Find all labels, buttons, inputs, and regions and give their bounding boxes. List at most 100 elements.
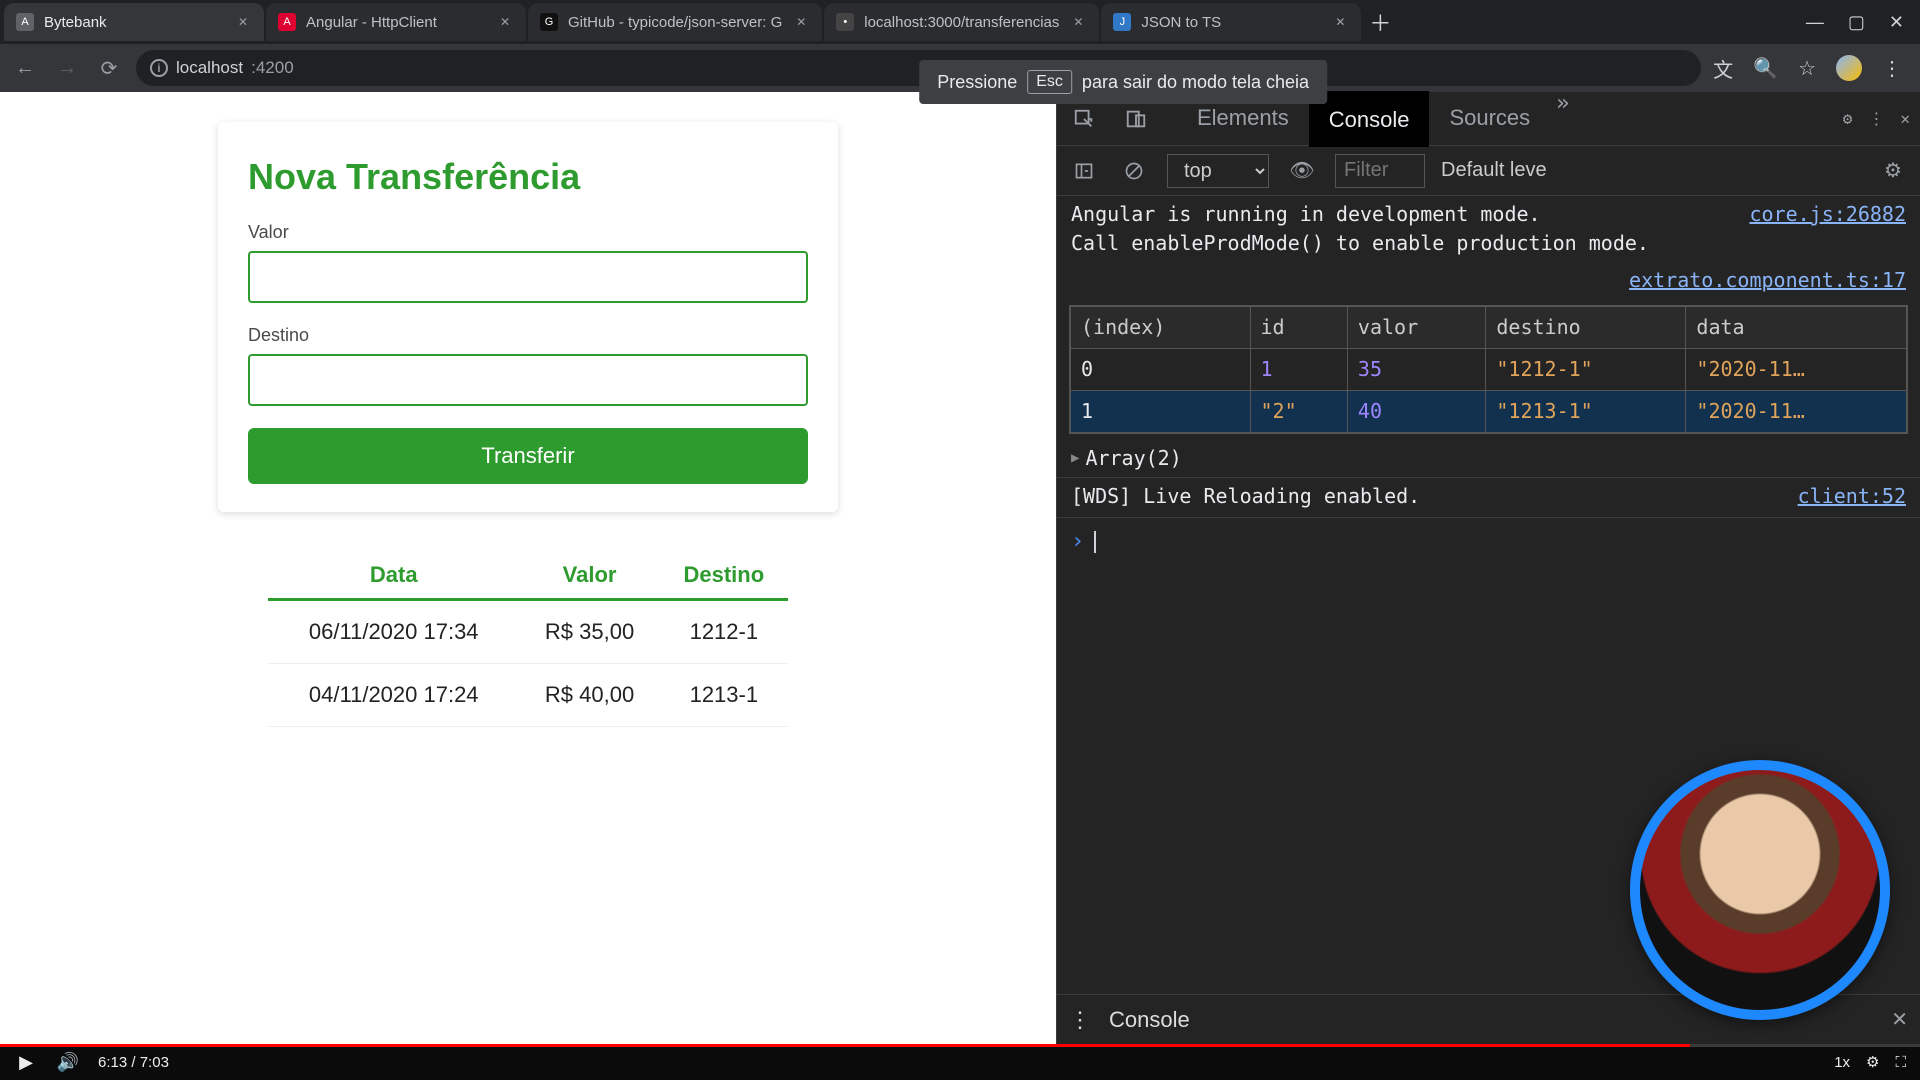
console-log: client:52 [WDS] Live Reloading enabled. [1057,478,1920,518]
inspect-element-icon[interactable] [1067,102,1101,136]
destino-input[interactable] [248,354,808,406]
app-page: Nova Transferência Valor Destino Transfe… [0,92,1056,1044]
devtools-header-right: ⚙ ⋮ ✕ [1843,109,1910,128]
kebab-menu-icon[interactable]: ⋮ [1882,56,1902,81]
favicon-icon: • [836,13,854,31]
log-level-select[interactable]: Default leve [1441,159,1547,182]
col-destino: Destino [660,552,788,600]
kebab-menu-icon[interactable]: ⋮ [1868,109,1884,128]
console-log: core.js:26882 Angular is running in deve… [1057,196,1920,262]
fullscreen-icon[interactable]: ⛶ [1895,1054,1906,1071]
cell: 40 [1347,391,1485,433]
translate-icon[interactable]: 文 [1713,54,1733,83]
minimize-icon[interactable]: — [1806,12,1824,33]
valor-input[interactable] [248,251,808,303]
video-player-bar: ▶ 🔊 6:13 / 7:03 1x ⚙ ⛶ [0,1044,1920,1080]
log-source-link[interactable]: core.js:26882 [1749,200,1906,229]
hint-text: para sair do modo tela cheia [1082,72,1309,93]
tab-sources[interactable]: Sources [1429,91,1550,147]
tab-title: localhost:3000/transferencias [864,14,1059,31]
browser-tab[interactable]: J JSON to TS [1101,3,1361,41]
table-row[interactable]: 0135"1212-1""2020-11… [1071,349,1907,391]
site-info-icon[interactable]: i [150,59,168,77]
cell-valor: R$ 40,00 [519,664,659,727]
reload-button[interactable]: ⟳ [94,53,124,83]
log-source-link[interactable]: client:52 [1798,482,1906,511]
volume-icon[interactable]: 🔊 [56,1050,80,1074]
th-data[interactable]: data [1686,307,1907,349]
context-select[interactable]: top [1167,154,1269,188]
browser-tab[interactable]: • localhost:3000/transferencias [824,3,1099,41]
console-object[interactable]: ▶ Array(2) [1057,440,1920,478]
cell: "2020-11… [1686,391,1907,433]
close-icon[interactable] [1331,13,1349,31]
close-devtools-icon[interactable]: ✕ [1900,109,1910,128]
th-valor[interactable]: valor [1347,307,1485,349]
presenter-webcam [1630,760,1890,1020]
cell: "1213-1" [1486,391,1686,433]
speed-label[interactable]: 1x [1834,1054,1850,1071]
maximize-icon[interactable]: ▢ [1848,12,1865,33]
log-source-link[interactable]: extrato.component.ts:17 [1629,268,1906,292]
object-summary: Array(2) [1085,444,1181,473]
tab-title: GitHub - typicode/json-server: G [568,14,782,31]
close-icon[interactable] [234,13,252,31]
browser-tab[interactable]: A Bytebank [4,3,264,41]
field-valor: Valor [248,222,808,303]
more-tabs-icon[interactable]: » [1556,91,1569,147]
th-destino[interactable]: destino [1486,307,1686,349]
settings-gear-icon[interactable]: ⚙ [1866,1053,1879,1071]
favicon-icon: A [278,13,296,31]
col-data: Data [268,552,519,600]
zoom-icon[interactable]: 🔍 [1753,56,1778,81]
prompt-chevron-icon: › [1071,526,1084,558]
close-icon[interactable] [1069,13,1087,31]
device-toolbar-icon[interactable] [1119,102,1153,136]
new-tab-button[interactable]: ＋ [1363,5,1397,39]
th-index[interactable]: (index) [1071,307,1251,349]
console-prompt[interactable]: › [1057,520,1920,564]
cell: 0 [1071,349,1251,391]
cell: "2" [1250,391,1347,433]
kebab-menu-icon[interactable]: ⋮ [1069,1007,1091,1033]
url-host: localhost [176,58,243,78]
transfer-form-card: Nova Transferência Valor Destino Transfe… [218,122,838,512]
url-port: :4200 [251,58,294,78]
star-icon[interactable]: ☆ [1798,56,1816,81]
table-header-row: (index) id valor destino data [1071,307,1907,349]
table-row[interactable]: 1"2"40"1213-1""2020-11… [1071,391,1907,433]
cell-data: 06/11/2020 17:34 [268,600,519,664]
close-icon[interactable] [792,13,810,31]
back-button[interactable]: ← [10,53,40,83]
settings-gear-icon[interactable]: ⚙ [1843,109,1853,128]
browser-tab[interactable]: A Angular - HttpClient [266,3,526,41]
close-window-icon[interactable]: ✕ [1889,12,1904,33]
progress-bar[interactable] [0,1044,1920,1047]
th-id[interactable]: id [1250,307,1347,349]
expand-triangle-icon[interactable]: ▶ [1071,448,1079,468]
play-button[interactable]: ▶ [14,1050,38,1074]
tab-title: Bytebank [44,14,224,31]
tab-title: JSON to TS [1141,14,1321,31]
close-icon[interactable] [496,13,514,31]
profile-avatar[interactable] [1836,55,1862,81]
col-valor: Valor [519,552,659,600]
transfer-button[interactable]: Transferir [248,428,808,484]
console-sidebar-icon[interactable] [1067,154,1101,188]
favicon-icon: A [16,13,34,31]
fullscreen-hint: Pressione Esc para sair do modo tela che… [919,60,1327,104]
console-table: (index) id valor destino data 0135"1212-… [1069,305,1908,434]
browser-tab[interactable]: G GitHub - typicode/json-server: G [528,3,822,41]
console-settings-icon[interactable]: ⚙ [1876,154,1910,188]
drawer-tab-console[interactable]: Console [1109,1007,1190,1033]
filter-input[interactable] [1335,154,1425,188]
tab-strip: A Bytebank A Angular - HttpClient G GitH… [0,0,1920,44]
toolbar-right: 文 🔍 ☆ ⋮ [1713,54,1910,83]
progress-fill [0,1044,1690,1047]
live-expression-icon[interactable]: 👁 [1285,154,1319,188]
close-drawer-icon[interactable]: ✕ [1891,1007,1908,1032]
clear-console-icon[interactable] [1117,154,1151,188]
forward-button[interactable]: → [52,53,82,83]
cell: 35 [1347,349,1485,391]
time-total: 7:03 [140,1054,169,1071]
